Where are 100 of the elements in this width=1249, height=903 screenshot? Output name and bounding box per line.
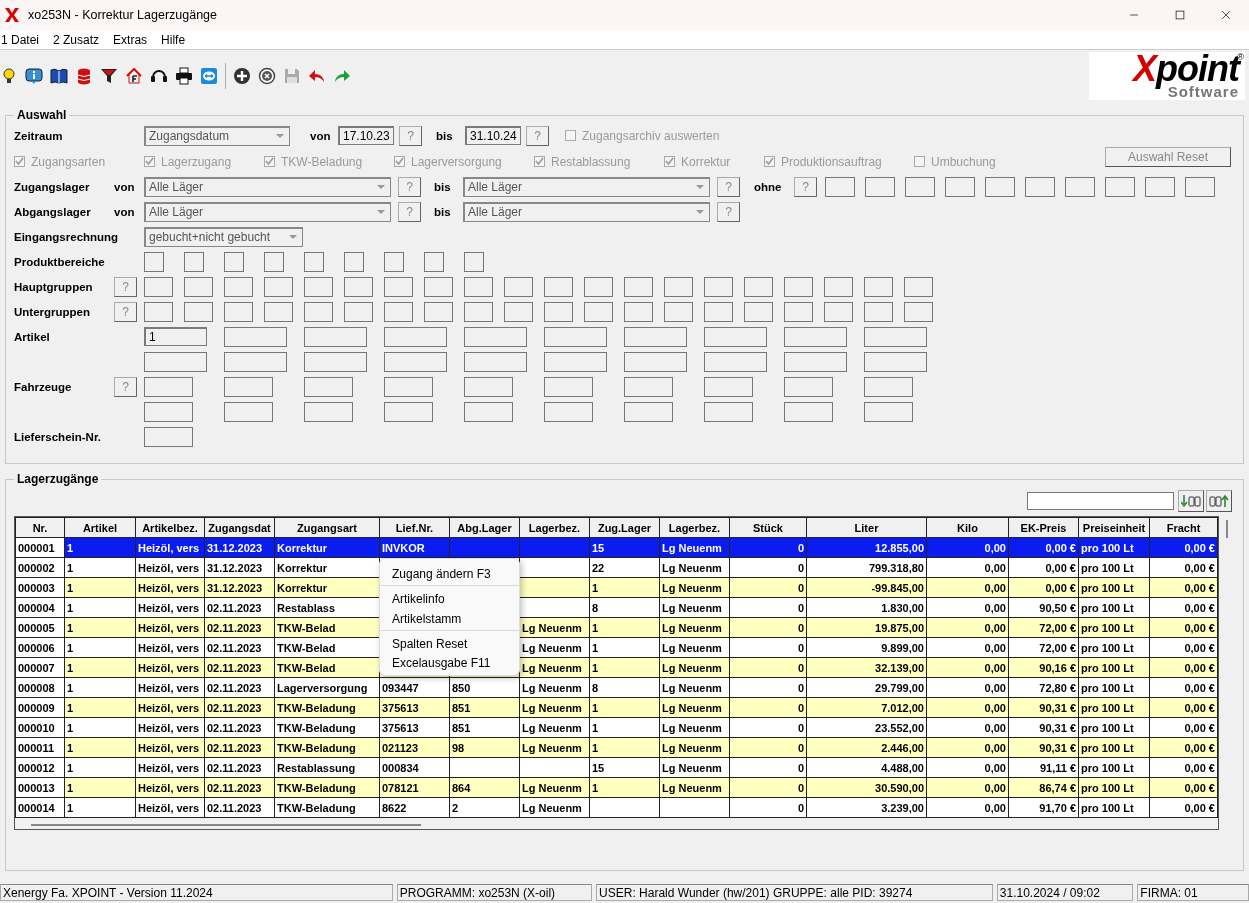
input-field[interactable] [384, 326, 447, 347]
input-field[interactable] [784, 376, 833, 397]
column-header[interactable]: Zug.Lager [589, 517, 660, 538]
column-header[interactable]: Lagerbez. [519, 517, 590, 538]
input-field[interactable] [464, 301, 493, 322]
menu-item[interactable]: Excelausgabe F11 [380, 653, 519, 672]
input-field[interactable] [464, 276, 493, 297]
dropdown[interactable]: Alle Läger [144, 201, 391, 222]
input-field[interactable] [144, 276, 173, 297]
add-icon[interactable] [233, 67, 251, 85]
input-field[interactable]: 1 [144, 327, 207, 346]
database-icon[interactable] [75, 67, 93, 85]
input-field[interactable] [144, 376, 193, 397]
input-field[interactable] [824, 276, 853, 297]
column-header[interactable]: Zugangsart [274, 517, 380, 538]
input-field[interactable] [1185, 176, 1215, 197]
headset-icon[interactable] [150, 67, 168, 85]
date-field[interactable]: 31.10.24 [465, 126, 521, 145]
column-header[interactable]: Lagerbez. [659, 517, 730, 538]
info-icon[interactable] [25, 67, 43, 85]
input-field[interactable] [784, 301, 813, 322]
input-field[interactable] [784, 401, 833, 422]
save-icon[interactable] [283, 67, 301, 85]
input-field[interactable] [144, 251, 164, 272]
input-field[interactable] [144, 426, 193, 447]
input-field[interactable] [784, 326, 847, 347]
input-field[interactable] [704, 351, 767, 372]
input-field[interactable] [544, 376, 593, 397]
column-header[interactable]: Lief.Nr. [379, 517, 450, 538]
menu-item[interactable]: Hilfe [160, 32, 193, 47]
input-field[interactable] [384, 376, 433, 397]
filter-icon[interactable] [100, 67, 118, 85]
input-field[interactable] [304, 301, 333, 322]
input-field[interactable] [304, 276, 333, 297]
search-field[interactable] [1027, 492, 1174, 510]
column-header[interactable]: Fracht [1149, 517, 1218, 538]
input-field[interactable] [224, 301, 253, 322]
input-field[interactable] [304, 401, 353, 422]
input-field[interactable] [864, 301, 893, 322]
input-field[interactable] [224, 326, 287, 347]
input-field[interactable] [624, 401, 673, 422]
column-header[interactable]: Kilo [926, 517, 1009, 538]
find-next-button[interactable] [1178, 490, 1204, 512]
column-header[interactable]: Artikel [64, 517, 136, 538]
input-field[interactable] [224, 276, 253, 297]
input-field[interactable] [985, 176, 1015, 197]
dropdown[interactable]: Alle Läger [463, 176, 710, 197]
input-field[interactable] [624, 301, 653, 322]
column-header[interactable]: Artikelbez. [135, 517, 205, 538]
input-field[interactable] [704, 276, 733, 297]
input-field[interactable] [224, 401, 273, 422]
remote-icon[interactable] [200, 67, 218, 85]
input-field[interactable] [704, 301, 733, 322]
input-field[interactable] [904, 301, 933, 322]
input-field[interactable] [864, 401, 913, 422]
input-field[interactable] [904, 276, 933, 297]
input-field[interactable] [1105, 176, 1135, 197]
input-field[interactable] [864, 351, 927, 372]
input-field[interactable] [424, 251, 444, 272]
input-field[interactable] [144, 401, 193, 422]
input-field[interactable] [384, 276, 413, 297]
input-field[interactable] [304, 326, 367, 347]
dropdown[interactable]: Alle Läger [463, 201, 710, 222]
input-field[interactable] [905, 176, 935, 197]
input-field[interactable] [544, 401, 593, 422]
input-field[interactable] [384, 251, 404, 272]
input-field[interactable] [784, 351, 847, 372]
input-field[interactable] [384, 301, 413, 322]
dropdown[interactable]: gebucht+nicht gebucht [144, 226, 303, 247]
input-field[interactable] [784, 276, 813, 297]
column-header[interactable]: Nr. [15, 517, 65, 538]
date-field[interactable]: 17.10.23 [338, 126, 394, 145]
input-field[interactable] [304, 251, 324, 272]
input-field[interactable] [744, 301, 773, 322]
input-field[interactable] [464, 251, 484, 272]
cancel-icon[interactable] [258, 67, 276, 85]
input-field[interactable] [624, 376, 673, 397]
input-field[interactable] [344, 251, 364, 272]
input-field[interactable] [865, 176, 895, 197]
input-field[interactable] [464, 401, 513, 422]
input-field[interactable] [184, 301, 213, 322]
input-field[interactable] [264, 251, 284, 272]
input-field[interactable] [344, 276, 373, 297]
input-field[interactable] [504, 276, 533, 297]
input-field[interactable] [184, 276, 213, 297]
input-field[interactable] [744, 276, 773, 297]
input-field[interactable] [945, 176, 975, 197]
input-field[interactable] [825, 176, 855, 197]
input-field[interactable] [464, 351, 527, 372]
input-field[interactable] [464, 376, 513, 397]
input-field[interactable] [464, 326, 527, 347]
menu-item[interactable]: Zugang ändern F3 [380, 563, 519, 586]
input-field[interactable] [224, 376, 273, 397]
input-field[interactable] [824, 301, 853, 322]
input-field[interactable] [504, 301, 533, 322]
input-field[interactable] [544, 301, 573, 322]
input-field[interactable] [184, 251, 204, 272]
column-header[interactable]: EK-Preis [1008, 517, 1079, 538]
input-field[interactable] [224, 351, 287, 372]
input-field[interactable] [384, 351, 447, 372]
